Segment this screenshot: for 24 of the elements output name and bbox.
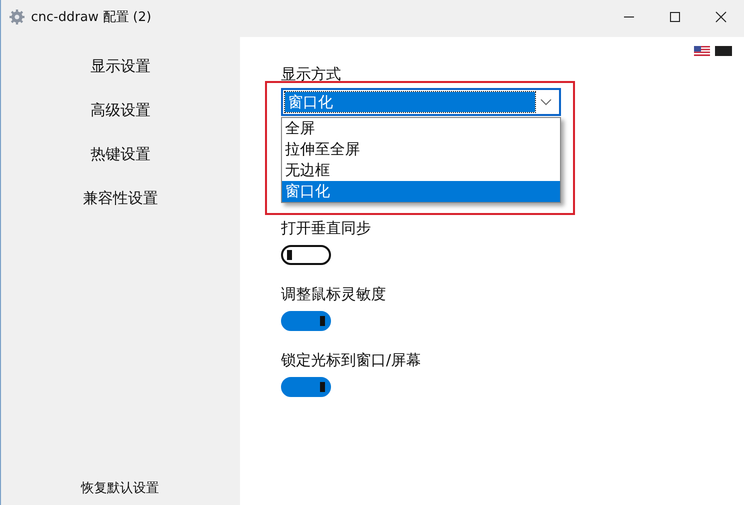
sidebar-item[interactable]: 兼容性设置 [79, 187, 162, 210]
dropdown-option[interactable]: 窗口化 [282, 181, 560, 202]
close-icon [715, 10, 727, 22]
gear-icon [9, 8, 25, 24]
display-mode-dropdown[interactable]: 窗口化 [281, 88, 561, 116]
maximize-icon [669, 10, 681, 22]
toggle-switch[interactable] [281, 245, 331, 265]
dropdown-option[interactable]: 拉伸至全屏 [282, 139, 560, 160]
reset-defaults-button[interactable]: 恢复默认设置 [79, 477, 161, 499]
toggle-label: 调整鼠标灵敏度 [281, 285, 386, 304]
dropdown-option[interactable]: 全屏 [282, 118, 560, 139]
chevron-down-icon [540, 98, 552, 106]
toggle-switch[interactable] [281, 311, 331, 331]
toggle-switch[interactable] [281, 377, 331, 397]
dropdown-option[interactable]: 无边框 [282, 160, 560, 181]
dropdown-value: 窗口化 [285, 92, 535, 112]
display-mode-label: 显示方式 [281, 65, 342, 84]
sidebar-item[interactable]: 显示设置 [86, 55, 154, 78]
sidebar-item[interactable]: 高级设置 [86, 99, 154, 122]
sidebar-item[interactable]: 热键设置 [86, 143, 154, 166]
window-title: cnc-ddraw 配置 (2) [31, 8, 152, 26]
toggle-label: 锁定光标到窗口/屏幕 [281, 351, 422, 370]
us-flag-icon[interactable] [694, 46, 710, 56]
toggle-label: 打开垂直同步 [281, 219, 371, 238]
